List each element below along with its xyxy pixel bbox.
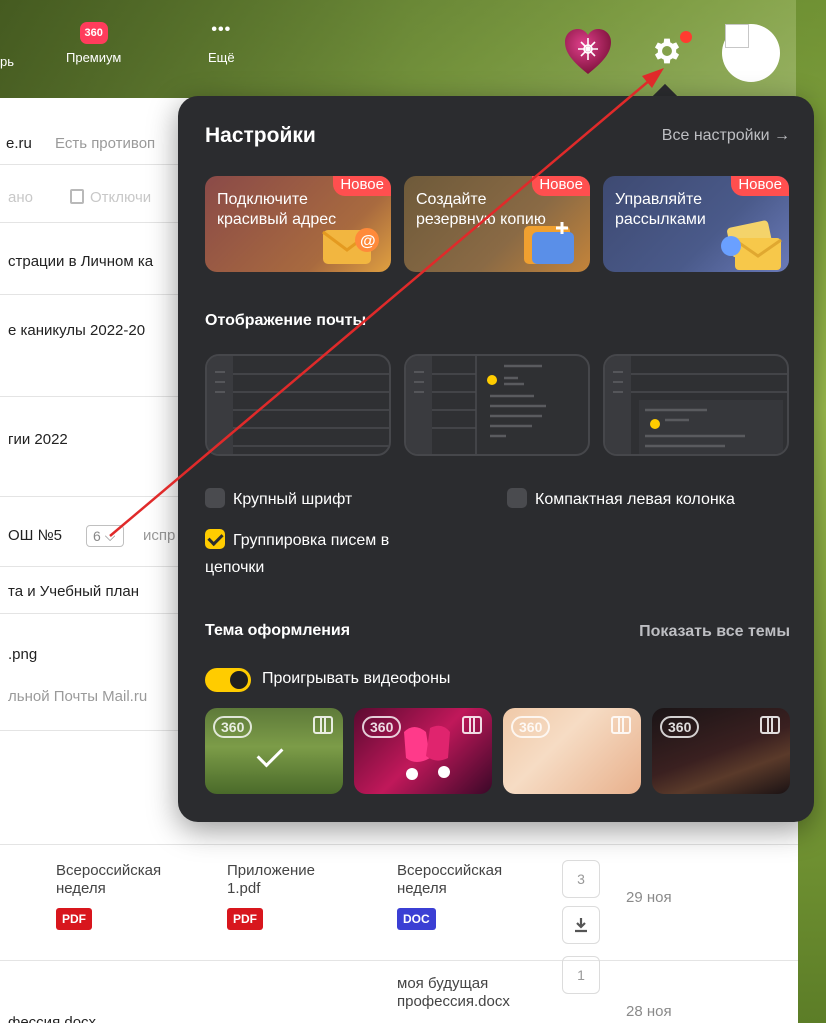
film-icon (611, 716, 631, 734)
large-font-label: Крупный шрифт (233, 491, 353, 508)
thread-suffix: испр (143, 527, 176, 544)
promo-custom-address[interactable]: Подключите красивый адрес Новое @ (205, 176, 391, 272)
divider (0, 844, 798, 845)
attachment-name: Всероссийская неделя (397, 862, 503, 897)
toolbar-disable-label: Отключи (90, 189, 152, 206)
thread-count-badge[interactable]: 6 ⌵ (86, 525, 124, 547)
pdf-icon: PDF (56, 908, 92, 930)
promo-subscriptions[interactable]: Управляйте рассылками Новое (603, 176, 789, 272)
grouping-label-line2: цепочки (205, 559, 265, 576)
mail-row-subject[interactable]: страции в Личном ка (8, 253, 153, 270)
layout-preview-icon (605, 356, 787, 454)
avatar-placeholder-icon (725, 24, 749, 48)
large-font-checkbox[interactable] (205, 488, 225, 508)
envelope-at-icon: @ (322, 228, 379, 264)
chevron-down-icon: ⌵ (104, 528, 116, 544)
divider (0, 960, 798, 961)
folder-backup-icon (524, 222, 574, 264)
mail-row-subject[interactable]: .png (8, 646, 37, 663)
bin-icon (70, 189, 84, 204)
attachment[interactable]: моя будущая профессия.docx (397, 975, 547, 1011)
all-settings-link[interactable]: Все настройки → (662, 127, 790, 145)
option-large-font[interactable]: Крупный шрифт (205, 488, 352, 509)
settings-title: Настройки (205, 124, 316, 147)
attachment-count: 1 (562, 956, 600, 994)
grouping-label-line1: Группировка писем в (233, 532, 390, 549)
mail-date: 29 ноя (626, 889, 672, 906)
compact-left-label: Компактная левая колонка (535, 491, 735, 508)
mail-row-subject[interactable]: фессия.docx (8, 1014, 96, 1023)
video-backgrounds-toggle[interactable] (205, 668, 251, 692)
doc-icon: DOC (397, 908, 436, 930)
theme-grass[interactable]: 360 (205, 708, 343, 794)
attachment[interactable]: Приложение 1.pdf PDF (227, 862, 337, 930)
display-heading: Отображение почты (205, 312, 367, 329)
layout-list-icon (207, 356, 389, 454)
layout-split-icon (406, 356, 546, 454)
mail-row-subject[interactable]: е каникулы 2022-20 (8, 322, 145, 339)
option-compact-left[interactable]: Компактная левая колонка (507, 488, 735, 509)
toolbar-disable[interactable]: Отключи (70, 189, 151, 206)
mittens-icon (404, 725, 450, 780)
nav-premium[interactable]: 360 Премиум (66, 22, 121, 65)
layout-option-preview[interactable] (603, 354, 789, 456)
show-all-themes-link[interactable]: Показать все темы (639, 623, 790, 641)
video-backgrounds-label: Проигрывать видеофоны (262, 670, 451, 687)
gear-icon[interactable] (650, 34, 684, 68)
thread-count-value: 6 (93, 528, 101, 544)
settings-popover: Настройки Все настройки → Подключите кра… (178, 96, 814, 822)
search-input[interactable]: Есть противоп (55, 135, 155, 152)
attachment-name: Всероссийская неделя (56, 862, 162, 897)
attachment-name: Приложение 1.pdf (227, 862, 315, 897)
compact-left-checkbox[interactable] (507, 488, 527, 508)
layout-option-list[interactable] (205, 354, 391, 456)
new-badge: Новое (333, 176, 391, 196)
svg-text:@: @ (360, 233, 376, 250)
nav-calendar[interactable]: рь (0, 48, 14, 69)
theme-360-badge: 360 (511, 716, 551, 738)
promo-backup[interactable]: Создайте резервную копию Новое (404, 176, 590, 272)
film-icon (760, 716, 780, 734)
theme-heading: Тема оформления (205, 622, 351, 639)
layout-option-split[interactable] (404, 354, 590, 456)
attachment[interactable]: Всероссийская неделя DOC (397, 862, 537, 930)
nav-calendar-label: рь (0, 54, 15, 69)
mail-row-subject[interactable]: та и Учебный план (8, 583, 139, 600)
nav-more-label: Ещё (208, 50, 235, 65)
top-bar: рь 360 Премиум ••• Ещё (0, 0, 826, 98)
notification-dot (680, 31, 692, 43)
theme-dark-silk[interactable]: 360 (652, 708, 790, 794)
attachment[interactable]: Всероссийская неделя PDF (56, 862, 196, 930)
more-dots-icon: ••• (211, 21, 232, 38)
mail-row-subject[interactable]: ОШ №5 (8, 527, 62, 544)
search-domain: e.ru (6, 135, 32, 152)
attachment-name: моя будущая профессия.docx (397, 975, 510, 1010)
toolbar-done[interactable]: ано (8, 189, 33, 206)
nav-premium-label: Премиум (66, 50, 122, 65)
mail-row-subject[interactable]: гии 2022 (8, 431, 68, 448)
heart-snowflake-icon[interactable] (563, 28, 613, 76)
film-icon (462, 716, 482, 734)
theme-mittens[interactable]: 360 (354, 708, 492, 794)
grouping-checkbox[interactable] (205, 529, 225, 549)
option-grouping[interactable]: Группировка писем в цепочки (205, 527, 389, 581)
pdf-icon: PDF (227, 908, 263, 930)
selected-check-icon (256, 740, 284, 768)
theme-360-badge: 360 (213, 716, 253, 738)
envelopes-icon (721, 220, 782, 270)
new-badge: Новое (731, 176, 789, 196)
theme-peach[interactable]: 360 (503, 708, 641, 794)
mail-date: 28 ноя (626, 1003, 672, 1020)
download-icon[interactable] (562, 906, 600, 944)
nav-more[interactable]: ••• Ещё (208, 21, 235, 66)
attachment-count: 3 (562, 860, 600, 898)
theme-360-badge: 360 (660, 716, 700, 738)
new-badge: Новое (532, 176, 590, 196)
download-arrow-icon (575, 918, 587, 933)
premium-360-icon: 360 (79, 22, 108, 44)
film-icon (313, 716, 333, 734)
mail-row-snippet: льной Почты Mail.ru (8, 688, 148, 705)
